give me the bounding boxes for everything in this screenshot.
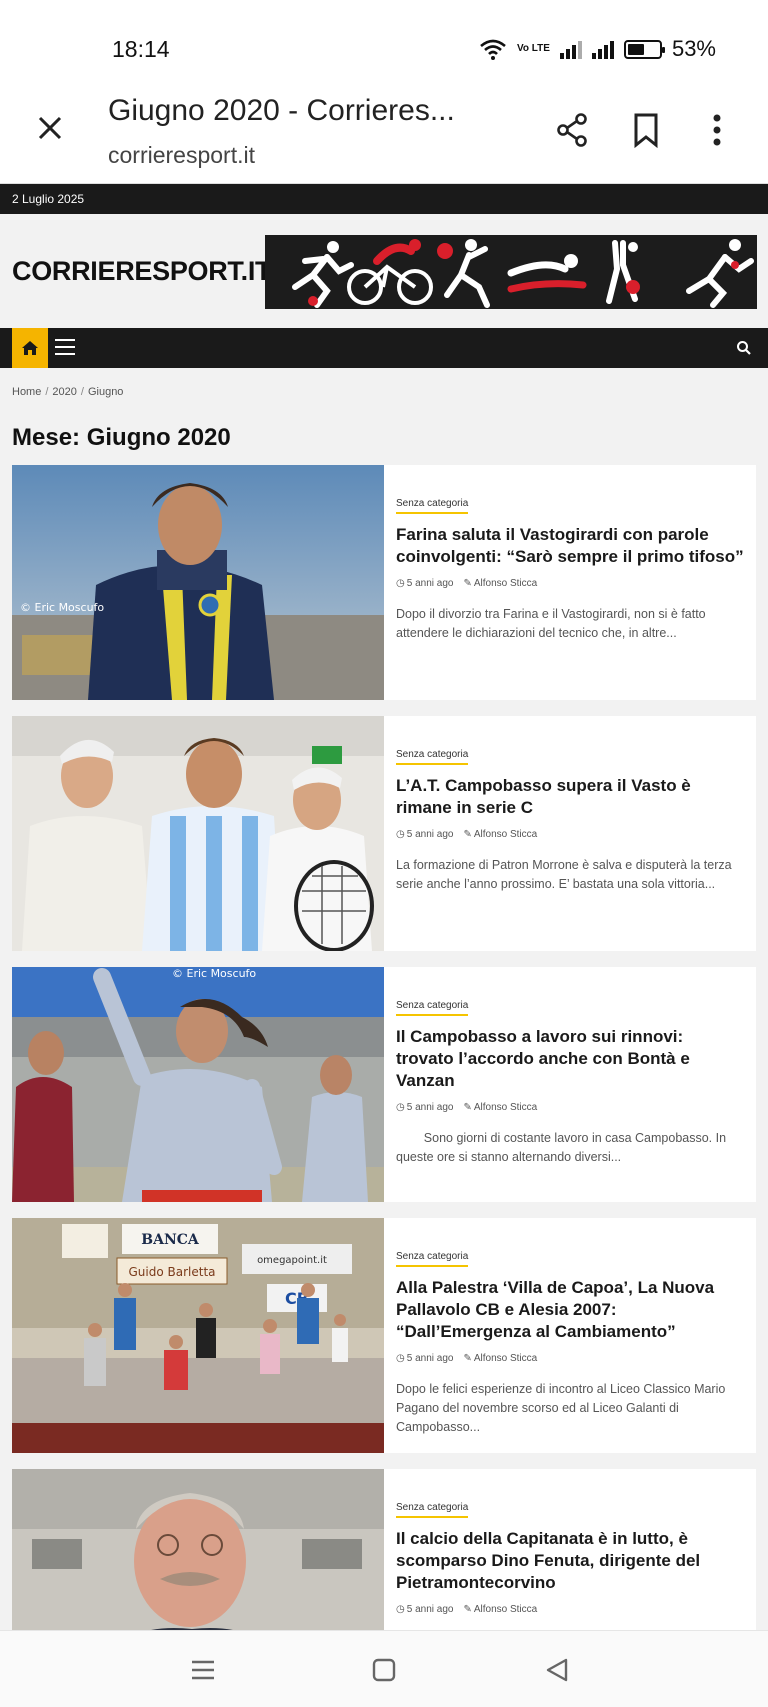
post-thumbnail[interactable]: © Eric Moscufo (12, 967, 384, 1202)
share-icon[interactable] (552, 110, 592, 150)
post-category[interactable]: Senza categoria (396, 1251, 469, 1267)
post-category[interactable]: Senza categoria (396, 749, 469, 765)
post-time: 5 anni ago (406, 1102, 454, 1113)
clock-icon: ◷ (396, 829, 405, 840)
post-thumbnail[interactable] (12, 716, 384, 951)
post-card: Senza categoria Il calcio della Capitana… (12, 1469, 756, 1630)
sign-barletta: Guido Barletta (128, 1265, 215, 1279)
clock-icon: ◷ (396, 1102, 405, 1113)
post-excerpt: La formazione di Patron Morrone è salva … (396, 858, 732, 891)
edit-icon: ✎ (463, 829, 472, 840)
home-nav-icon[interactable] (371, 1657, 397, 1683)
sign-banca: BANCA (141, 1232, 200, 1248)
post-time: 5 anni ago (406, 1353, 454, 1364)
post-author[interactable]: Alfonso Sticca (474, 1102, 537, 1113)
breadcrumb-month: Giugno (87, 386, 124, 398)
archive-title: Mese: Giugno 2020 (12, 424, 231, 451)
status-bar: 18:14 Vo LTE 53% (0, 0, 768, 82)
post-title[interactable]: L’A.T. Campobasso supera il Vasto è rima… (396, 775, 744, 819)
post-category[interactable]: Senza categoria (396, 498, 469, 514)
post-title[interactable]: Farina saluta il Vastogirardi con parole… (396, 524, 744, 568)
post-thumbnail[interactable]: © Eric Moscufo (12, 465, 384, 700)
signal-icon (559, 39, 582, 59)
recent-apps-icon[interactable] (190, 1657, 216, 1683)
post-time: 5 anni ago (406, 578, 454, 589)
post-category[interactable]: Senza categoria (396, 1000, 469, 1016)
home-icon (22, 341, 38, 355)
clock-icon: ◷ (396, 1604, 405, 1615)
post-card: © Eric Moscufo Senza categoria Il Campob… (12, 967, 756, 1202)
clock-icon: ◷ (396, 1353, 405, 1364)
post-excerpt: Sono giorni di costante lavoro in casa C… (396, 1131, 730, 1164)
post-meta: ◷ 5 anni ago ✎ Alfonso Sticca (396, 578, 744, 589)
post-author[interactable]: Alfonso Sticca (474, 1604, 537, 1615)
browser-toolbar: Giugno 2020 - Corrieres... corrieresport… (0, 82, 768, 184)
post-author[interactable]: Alfonso Sticca (474, 1353, 537, 1364)
current-date: 2 Luglio 2025 (12, 192, 85, 206)
main-nav (0, 328, 768, 368)
post-author[interactable]: Alfonso Sticca (474, 829, 537, 840)
post-excerpt: Dopo il divorzio tra Farina e il Vastogi… (396, 607, 706, 640)
post-meta: ◷ 5 anni ago ✎ Alfonso Sticca (396, 1604, 744, 1615)
post-category[interactable]: Senza categoria (396, 1502, 469, 1518)
sports-banner[interactable] (265, 235, 757, 309)
edit-icon: ✎ (463, 1604, 472, 1615)
back-icon[interactable] (544, 1657, 570, 1683)
edit-icon: ✎ (463, 578, 472, 589)
post-meta: ◷ 5 anni ago ✎ Alfonso Sticca (396, 1102, 744, 1113)
post-thumbnail[interactable] (12, 1469, 384, 1630)
signal-icon-2 (591, 39, 614, 59)
close-icon[interactable] (30, 108, 70, 148)
page-title: Giugno 2020 - Corrieres... (108, 94, 455, 127)
status-icons: Vo LTE 53% (479, 36, 716, 62)
post-title[interactable]: Il calcio della Capitanata è in lutto, è… (396, 1528, 744, 1594)
hamburger-menu-icon[interactable] (55, 339, 75, 357)
web-content: 2 Luglio 2025 CORRIERESPORT.IT Home / 20… (0, 184, 768, 1630)
system-navigation-bar (0, 1630, 768, 1707)
edit-icon: ✎ (463, 1353, 472, 1364)
post-title[interactable]: Il Campobasso a lavoro sui rinnovi: trov… (396, 1026, 744, 1092)
site-header: CORRIERESPORT.IT (0, 214, 768, 328)
post-meta: ◷ 5 anni ago ✎ Alfonso Sticca (396, 829, 744, 840)
search-icon[interactable] (736, 340, 752, 356)
thumbnail-watermark: © Eric Moscufo (172, 967, 256, 980)
post-card: © Eric Moscufo Senza categoria Farina sa… (12, 465, 756, 700)
post-thumbnail[interactable]: BANCA Guido Barletta omegapoint.it CB (12, 1218, 384, 1453)
wifi-icon (480, 39, 506, 60)
battery-icon (623, 39, 665, 59)
status-time: 18:14 (112, 36, 170, 62)
thumbnail-watermark: © Eric Moscufo (20, 601, 104, 614)
top-date-bar: 2 Luglio 2025 (0, 184, 768, 214)
home-button[interactable] (12, 328, 48, 368)
battery-percent: 53% (671, 36, 716, 61)
breadcrumb: Home/2020/Giugno (12, 386, 124, 398)
post-title[interactable]: Alla Palestra ‘Villa de Capoa’, La Nuova… (396, 1277, 744, 1343)
post-time: 5 anni ago (406, 1604, 454, 1615)
post-card: Senza categoria L’A.T. Campobasso supera… (12, 716, 756, 951)
post-meta: ◷ 5 anni ago ✎ Alfonso Sticca (396, 1353, 744, 1364)
page-url[interactable]: corrieresport.it (108, 142, 255, 169)
site-logo[interactable]: CORRIERESPORT.IT (12, 256, 272, 287)
clock-icon: ◷ (396, 578, 405, 589)
more-options-icon[interactable] (697, 110, 737, 150)
volte-icon: Vo LTE (516, 43, 550, 54)
sign-omega: omegapoint.it (257, 1255, 327, 1266)
breadcrumb-year[interactable]: 2020 (52, 386, 76, 398)
post-author[interactable]: Alfonso Sticca (474, 578, 537, 589)
edit-icon: ✎ (463, 1102, 472, 1113)
post-card: BANCA Guido Barletta omegapoint.it CB (12, 1218, 756, 1453)
post-excerpt: Dopo le felici esperienze di incontro al… (396, 1382, 726, 1434)
breadcrumb-home[interactable]: Home (12, 386, 41, 398)
post-time: 5 anni ago (406, 829, 454, 840)
bookmark-icon[interactable] (626, 110, 666, 150)
